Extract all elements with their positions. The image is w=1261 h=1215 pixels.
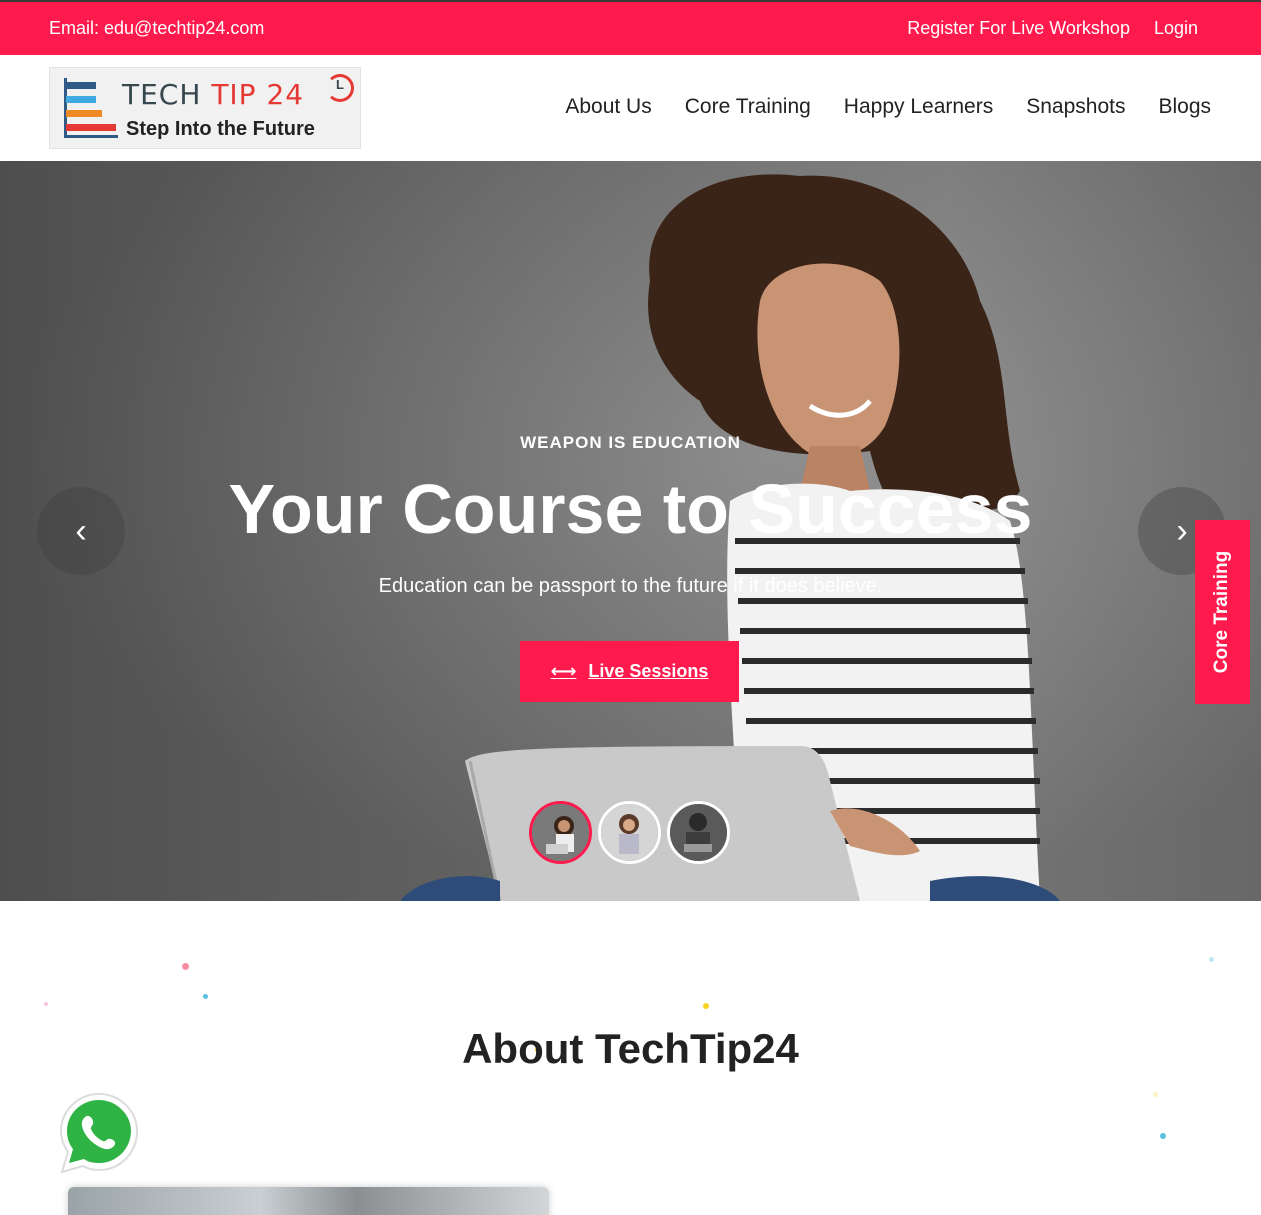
nav-snapshots[interactable]: Snapshots — [1026, 95, 1125, 119]
login-link[interactable]: Login — [1154, 18, 1198, 39]
register-workshop-link[interactable]: Register For Live Workshop — [907, 18, 1130, 39]
page: Email: edu@techtip24.com Register For Li… — [0, 0, 1261, 1215]
about-section-title: About TechTip24 — [462, 1025, 799, 1072]
whatsapp-icon[interactable] — [56, 1090, 142, 1176]
decorative-dot — [203, 994, 208, 999]
logo-bars-icon — [62, 76, 118, 138]
nav-core-training[interactable]: Core Training — [685, 95, 811, 119]
slide-thumbnail-1[interactable] — [529, 801, 592, 864]
logo-tagline: Step Into the Future — [126, 118, 315, 140]
live-sessions-label: Live Sessions — [588, 661, 709, 681]
slider-prev-button[interactable]: ‹ — [37, 487, 125, 575]
main-nav: About Us Core Training Happy Learners Sn… — [565, 95, 1211, 119]
hero-eyebrow: WEAPON IS EDUCATION — [520, 433, 741, 452]
contact-email[interactable]: Email: edu@techtip24.com — [49, 18, 264, 39]
decorative-dot — [703, 1003, 709, 1009]
side-tab-label: Core Training — [1211, 550, 1233, 674]
top-bar: Email: edu@techtip24.com Register For Li… — [0, 0, 1261, 55]
hero-subline: Education can be passport to the future … — [378, 575, 883, 597]
decorative-dot — [1209, 957, 1214, 962]
chevron-left-icon: ‹ — [75, 511, 87, 550]
slider-thumbnails — [529, 801, 730, 864]
live-sessions-button[interactable]: ⟷ Live Sessions — [520, 641, 739, 702]
decorative-dot — [44, 1002, 48, 1006]
chevron-right-icon: › — [1176, 511, 1188, 550]
hero-slider: WEAPON IS EDUCATION Your Course to Succe… — [0, 161, 1261, 901]
decorative-dot — [182, 963, 189, 970]
decorative-dot — [1160, 1133, 1166, 1139]
hero-headline: Your Course to Success — [228, 470, 1033, 548]
nav-happy-learners[interactable]: Happy Learners — [844, 95, 993, 119]
core-training-side-tab[interactable]: Core Training — [1195, 520, 1250, 704]
about-section-image — [68, 1187, 549, 1215]
left-right-arrow-icon: ⟷ — [550, 661, 577, 681]
nav-about-us[interactable]: About Us — [565, 95, 651, 119]
site-header: TECH TIP 24 L Step Into the Future About… — [0, 55, 1261, 161]
slide-thumbnail-2[interactable] — [598, 801, 661, 864]
site-logo[interactable]: TECH TIP 24 L Step Into the Future — [49, 67, 361, 149]
logo-title: TECH TIP 24 — [122, 78, 305, 111]
clock-icon: L — [326, 74, 354, 102]
top-bar-links: Register For Live Workshop Login — [907, 18, 1198, 39]
decorative-dot — [1153, 1092, 1158, 1097]
slide-thumbnail-3[interactable] — [667, 801, 730, 864]
nav-blogs[interactable]: Blogs — [1158, 95, 1211, 119]
